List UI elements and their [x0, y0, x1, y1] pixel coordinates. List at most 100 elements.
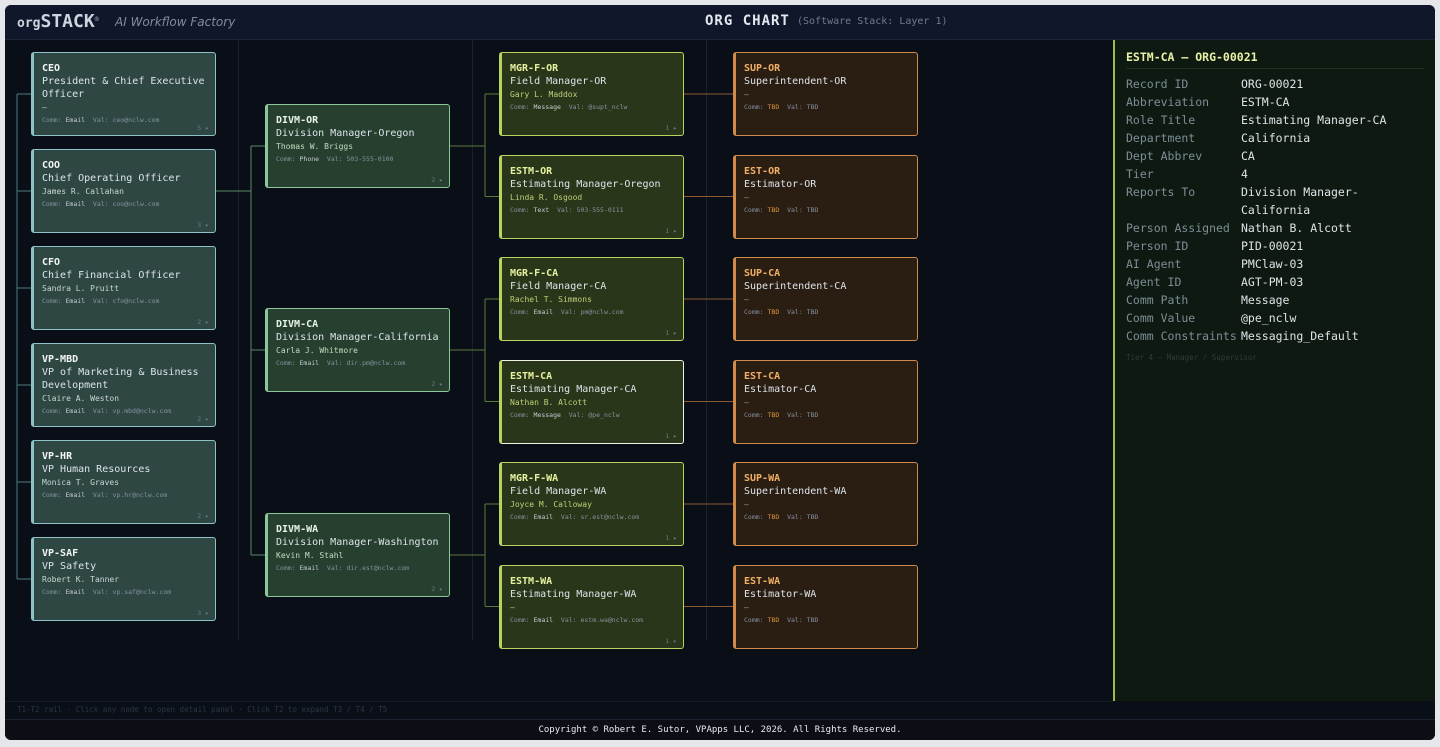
node-abbr: SUP-CA — [744, 268, 781, 279]
org-node-vp-hr[interactable]: VP-HR VP Human Resources Monica T. Graves C… — [31, 440, 216, 524]
node-person: — — [510, 602, 515, 612]
node-abbr: VP-HR — [42, 451, 73, 462]
org-node-vp-saf[interactable]: VP-SAF VP Safety Robert K. Tanner Comm: Ema… — [31, 537, 216, 621]
org-node-sup-wa[interactable]: SUP-WA Superintendent-WA — Comm: TBD Val: T… — [733, 462, 918, 546]
node-comm: Comm: TBD Val: TBD — [744, 513, 819, 521]
hint-bar: T1-T2 rail · Click any node to open deta… — [5, 701, 1113, 719]
node-comm: Comm: TBD Val: TBD — [744, 615, 819, 624]
node-person: Gary L. Maddox — [510, 90, 578, 99]
detail-row-dept-abbrev: Dept Abbrev CA — [1126, 147, 1424, 165]
node-abbr: EST-OR — [744, 165, 781, 177]
node-abbr: DIVM-OR — [276, 115, 319, 126]
node-comm: Comm: Email Val: ceo@nclw.com — [42, 116, 160, 124]
org-node-mgr-f-wa[interactable]: MGR-F-WA Field Manager-WA Joyce M. Callowa… — [499, 462, 684, 546]
node-person: Robert K. Tanner — [42, 575, 120, 584]
node-abbr: ESTM-CA — [510, 370, 553, 382]
detail-value: ESTM-CA — [1241, 95, 1290, 109]
node-abbr: COO — [42, 160, 61, 171]
node-abbr: SUP-OR — [744, 63, 781, 74]
org-chart-canvas: CEO President & Chief Executive Officer — C… — [5, 40, 1113, 701]
detail-label: Comm Constraints — [1126, 329, 1237, 343]
detail-value: Messaging_Default — [1241, 329, 1359, 343]
org-node-sup-or[interactable]: SUP-OR Superintendent-OR — Comm: TBD Val: T… — [733, 52, 918, 136]
child-count-badge[interactable]: 2 ▸ — [197, 415, 209, 423]
detail-label: Comm Path — [1126, 293, 1189, 307]
node-abbr: EST-WA — [744, 575, 781, 587]
org-node-ceo[interactable]: CEO President & Chief Executive Officer — C… — [31, 52, 216, 136]
detail-value: Division Manager-California — [1241, 185, 1359, 217]
org-node-vp-mbd[interactable]: VP-MBD VP of Marketing & Business Develop… — [31, 343, 216, 427]
detail-value: PID-00021 — [1241, 239, 1304, 253]
org-node-estm-wa[interactable]: ESTM-WA Estimating Manager-WA — Comm: Email… — [499, 564, 684, 649]
node-abbr: DIVM-WA — [276, 524, 319, 535]
detail-label: Person Assigned — [1126, 221, 1230, 235]
child-count-badge[interactable]: 2 ▸ — [431, 585, 443, 593]
detail-label: AI Agent — [1126, 257, 1182, 271]
child-count-badge[interactable]: 1 ▸ — [665, 637, 677, 645]
org-node-divm-ca[interactable]: DIVM-CA Division Manager-California Carla … — [265, 308, 450, 392]
node-comm: Comm: TBD Val: TBD — [744, 205, 819, 214]
child-count-badge[interactable]: 3 ▸ — [197, 609, 209, 617]
child-count-badge[interactable]: 1 ▸ — [665, 432, 677, 440]
detail-row-person-assigned: Person Assigned Nathan B. Alcott — [1126, 219, 1424, 237]
detail-label: Dept Abbrev — [1126, 149, 1203, 163]
org-node-divm-or[interactable]: DIVM-OR Division Manager-Oregon Thomas W. … — [265, 104, 450, 188]
detail-row-comm-constraints: Comm Constraints Messaging_Default — [1126, 327, 1424, 345]
node-title: Estimating Manager-WA — [510, 588, 637, 600]
node-comm: Comm: Phone Val: 503-555-0100 — [276, 155, 394, 163]
node-title: Field Manager-WA — [510, 486, 607, 497]
org-node-est-wa[interactable]: EST-WA Estimator-WA — Comm: TBD Val: TBD — [733, 564, 918, 649]
child-count-badge[interactable]: 5 ▸ — [197, 124, 209, 132]
node-title: Division Manager-Washington — [276, 537, 439, 548]
child-count-badge[interactable]: 1 ▸ — [665, 227, 677, 235]
node-title: Estimator-CA — [744, 383, 817, 395]
org-node-mgr-f-or[interactable]: MGR-F-OR Field Manager-OR Gary L. Maddox Co… — [499, 52, 684, 136]
node-title: Estimating Manager-Oregon — [510, 178, 661, 190]
node-title: Superintendent-CA — [744, 281, 847, 292]
org-node-est-ca[interactable]: EST-CA Estimator-CA — Comm: TBD Val: TBD — [733, 359, 918, 444]
header: orgSTACK® AI Workflow Factory ORG CHART … — [5, 5, 1435, 40]
org-node-estm-or[interactable]: ESTM-OR Estimating Manager-Oregon Linda R.… — [499, 154, 684, 239]
detail-value: AGT-PM-03 — [1241, 275, 1304, 289]
node-person: Sandra L. Pruitt — [42, 284, 120, 293]
org-node-sup-ca[interactable]: SUP-CA Superintendent-CA — Comm: TBD Val: T… — [733, 257, 918, 341]
child-count-badge[interactable]: 2 ▸ — [431, 176, 443, 184]
org-node-cfo[interactable]: CFO Chief Financial Officer Sandra L. Prui… — [31, 246, 216, 330]
detail-row-comm-value: Comm Value @pe_nclw — [1126, 309, 1424, 327]
detail-label: Comm Value — [1126, 311, 1196, 325]
node-comm: Comm: Email Val: vp.hr@nclw.com — [42, 491, 168, 499]
node-person: Nathan B. Alcott — [510, 397, 588, 407]
org-node-coo[interactable]: COO Chief Operating Officer James R. Calla… — [31, 149, 216, 233]
child-count-badge[interactable]: 2 ▸ — [197, 512, 209, 520]
child-count-badge[interactable]: 2 ▸ — [431, 380, 443, 388]
app-window: orgSTACK® AI Workflow Factory ORG CHART … — [5, 5, 1435, 740]
node-title: Superintendent-WA — [744, 486, 847, 497]
node-person: — — [744, 397, 749, 407]
detail-row-ai-agent: AI Agent PMClaw-03 — [1126, 255, 1424, 273]
node-abbr: MGR-F-WA — [510, 473, 559, 484]
node-comm: Comm: Email Val: sr.est@nclw.com — [510, 513, 640, 521]
node-person: — — [744, 602, 749, 612]
node-abbr: ESTM-OR — [510, 165, 553, 177]
node-person: — — [744, 192, 749, 202]
detail-footnote: Tier 4 — Manager / Supervisor — [1126, 353, 1257, 362]
child-count-badge[interactable]: 2 ▸ — [197, 318, 209, 326]
child-count-badge[interactable]: 1 ▸ — [665, 124, 677, 132]
child-count-badge[interactable]: 1 ▸ — [665, 534, 677, 542]
node-comm: Comm: Email Val: vp.saf@nclw.com — [42, 588, 172, 596]
node-comm: Comm: Email Val: coo@nclw.com — [42, 200, 160, 208]
node-comm: Comm: Email Val: cfo@nclw.com — [42, 297, 160, 305]
node-abbr: DIVM-CA — [276, 319, 319, 330]
node-title: Chief Operating Officer — [42, 173, 181, 184]
child-count-badge[interactable]: 3 ▸ — [197, 221, 209, 229]
org-node-divm-wa[interactable]: DIVM-WA Division Manager-Washington Kevin … — [265, 513, 450, 597]
node-person: Carla J. Whitmore — [276, 346, 358, 355]
node-comm: Comm: Email Val: dir.est@nclw.com — [276, 564, 410, 572]
child-count-badge[interactable]: 1 ▸ — [665, 329, 677, 337]
node-person: Thomas W. Briggs — [276, 142, 354, 151]
org-node-est-or[interactable]: EST-OR Estimator-OR — Comm: TBD Val: TBD — [733, 154, 918, 239]
node-person: — — [744, 500, 749, 509]
detail-value: California — [1241, 131, 1311, 145]
org-node-estm-ca[interactable]: ESTM-CA Estimating Manager-CA Nathan B. Al… — [499, 359, 684, 444]
org-node-mgr-f-ca[interactable]: MGR-F-CA Field Manager-CA Rachel T. Simmon… — [499, 257, 684, 341]
